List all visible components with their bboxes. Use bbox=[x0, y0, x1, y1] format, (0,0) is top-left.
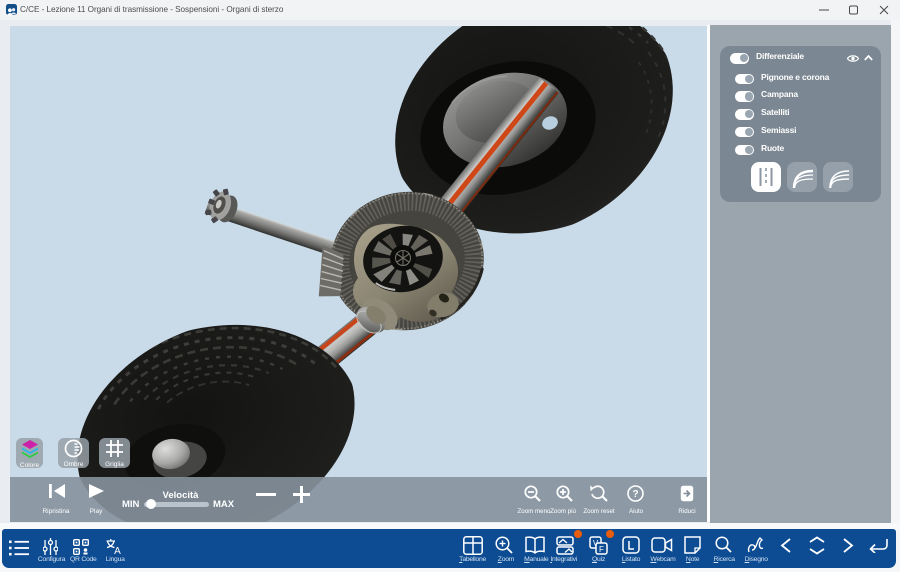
svg-text:F: F bbox=[599, 545, 604, 554]
svg-text:?: ? bbox=[632, 489, 638, 500]
svg-text:A: A bbox=[114, 546, 121, 555]
